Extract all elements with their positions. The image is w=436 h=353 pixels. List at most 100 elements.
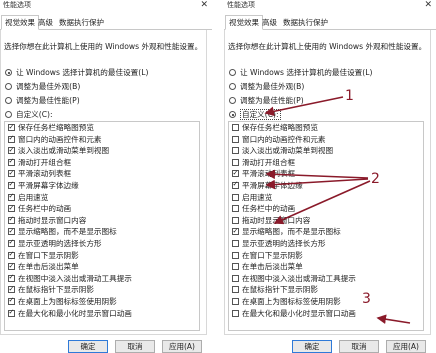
effect-item[interactable]: 显示亚透明的选择长方形: [229, 238, 423, 250]
tab-advanced[interactable]: 高级: [259, 16, 280, 30]
effect-item[interactable]: 平滑滚动列表框: [5, 168, 199, 180]
checkbox-icon[interactable]: [8, 226, 15, 237]
effect-item[interactable]: 在单击后淡出菜单: [5, 261, 199, 273]
effect-item[interactable]: 任务栏中的动画: [229, 203, 423, 215]
dialog-footer: 确定 取消 应用(A): [224, 338, 436, 353]
checkbox-icon[interactable]: [8, 179, 15, 191]
radio-label: 调整为最佳外观(B): [16, 82, 81, 91]
tab-dep[interactable]: 数据执行保护: [56, 16, 107, 30]
effect-item[interactable]: 平滑屏幕字体边缘: [229, 179, 423, 192]
radio-best-performance[interactable]: 调整为最佳性能(P): [229, 95, 304, 107]
checkbox-icon[interactable]: [232, 226, 239, 237]
radio-best-performance[interactable]: 调整为最佳性能(P): [5, 95, 80, 107]
effect-item-label: 窗口内的动画控件和元素: [18, 134, 102, 144]
effect-item[interactable]: 在视图中淡入淡出或滑动工具提示: [229, 273, 423, 285]
radio-best-appearance[interactable]: 调整为最佳外观(B): [229, 81, 304, 93]
checkbox-icon[interactable]: [8, 307, 15, 319]
checkbox-icon[interactable]: [232, 251, 239, 259]
checkbox-icon[interactable]: [232, 216, 239, 224]
effect-item-label: 在最大化和最小化时显示窗口动画: [18, 308, 132, 318]
tab-visual-effects[interactable]: 视觉效果: [1, 15, 39, 30]
radio-best-appearance[interactable]: 调整为最佳外观(B): [5, 81, 80, 93]
tab-dep[interactable]: 数据执行保护: [280, 16, 331, 30]
checkbox-icon[interactable]: [232, 135, 239, 143]
checkbox-icon[interactable]: [232, 239, 239, 247]
effect-item[interactable]: 在鼠标指针下显示阴影: [229, 284, 423, 296]
effects-list[interactable]: 保存任务栏缩略图预览窗口内的动画控件和元素淡入淡出或滑动菜单到视图滑动打开组合框…: [4, 121, 200, 331]
close-icon[interactable]: ✕: [424, 0, 432, 11]
effect-item[interactable]: 滑动打开组合框: [5, 156, 199, 169]
effect-item[interactable]: 在单击后淡出菜单: [229, 261, 423, 273]
tab-visual-effects[interactable]: 视觉效果: [225, 15, 263, 30]
apply-button[interactable]: 应用(A): [386, 340, 426, 353]
effect-item[interactable]: 在窗口下显示阴影: [5, 249, 199, 262]
checkbox-icon[interactable]: [8, 191, 15, 203]
checkbox-icon[interactable]: [232, 179, 239, 191]
tab-advanced[interactable]: 高级: [35, 16, 56, 30]
radio-custom[interactable]: 自定义(C):: [5, 109, 53, 121]
effect-item[interactable]: 显示缩略图，而不是显示图标: [5, 226, 199, 238]
checkbox-icon[interactable]: [232, 124, 239, 131]
cancel-button[interactable]: 取消: [115, 340, 155, 353]
checkbox-icon[interactable]: [8, 168, 15, 179]
effect-item[interactable]: 在最大化和最小化时显示窗口动画: [229, 308, 423, 320]
effect-item[interactable]: 保存任务栏缩略图预览: [5, 122, 199, 134]
checkbox-icon[interactable]: [8, 261, 15, 272]
effect-item[interactable]: 在最大化和最小化时显示窗口动画: [5, 307, 199, 320]
effect-item[interactable]: 滑动打开组合框: [229, 157, 423, 169]
effect-item[interactable]: 平滑滚动列表框: [229, 168, 423, 180]
checkbox-icon[interactable]: [8, 214, 15, 226]
effect-item[interactable]: 平滑屏幕字体边缘: [5, 179, 199, 192]
checkbox-icon[interactable]: [8, 133, 15, 145]
effect-item[interactable]: 拖动时显示窗口内容: [5, 214, 199, 227]
effect-item[interactable]: 启用速览: [229, 192, 423, 204]
checkbox-icon[interactable]: [8, 237, 15, 249]
effects-list[interactable]: 保存任务栏缩略图预览窗口内的动画控件和元素淡入淡出或滑动菜单到视图滑动打开组合框…: [228, 121, 424, 331]
ok-button[interactable]: 确定: [292, 340, 332, 353]
effect-item[interactable]: 窗口内的动画控件和元素: [5, 133, 199, 146]
apply-button[interactable]: 应用(A): [162, 340, 202, 353]
effect-item[interactable]: 在窗口下显示阴影: [229, 250, 423, 262]
checkbox-icon[interactable]: [232, 263, 239, 271]
cancel-button[interactable]: 取消: [339, 340, 379, 353]
effect-item[interactable]: 窗口内的动画控件和元素: [229, 134, 423, 146]
checkbox-icon[interactable]: [232, 297, 239, 305]
checkbox-icon[interactable]: [8, 156, 15, 168]
ok-button[interactable]: 确定: [68, 340, 108, 353]
checkbox-icon[interactable]: [232, 168, 239, 179]
checkbox-icon[interactable]: [232, 274, 239, 282]
effect-item-label: 在桌面上为图标标签使用阴影: [18, 296, 117, 306]
radio-custom[interactable]: 自定义(C):: [229, 109, 281, 121]
radio-let-windows-choose[interactable]: 让 Windows 选择计算机的最佳设置(L): [5, 67, 148, 79]
description-text: 选择你想在此计算机上使用的 Windows 外观和性能设置。: [4, 42, 203, 51]
effect-item[interactable]: 保存任务栏缩略图预览: [229, 122, 423, 134]
effect-item[interactable]: 启用速览: [5, 191, 199, 204]
effect-item[interactable]: 任务栏中的动画: [5, 203, 199, 215]
checkbox-icon[interactable]: [8, 272, 15, 284]
checkbox-icon[interactable]: [232, 309, 239, 317]
effect-item[interactable]: 在鼠标指针下显示阴影: [5, 284, 199, 296]
effect-item[interactable]: 在桌面上为图标标签使用阴影: [229, 296, 423, 308]
close-icon[interactable]: ✕: [200, 0, 208, 11]
effect-item[interactable]: 显示缩略图，而不是显示图标: [229, 226, 423, 238]
tab-strip: 视觉效果 高级 数据执行保护: [0, 14, 212, 30]
checkbox-icon[interactable]: [8, 122, 15, 133]
effect-item[interactable]: 显示亚透明的选择长方形: [5, 237, 199, 250]
checkbox-icon[interactable]: [232, 286, 239, 294]
effect-item[interactable]: 在桌面上为图标标签使用阴影: [5, 295, 199, 308]
effect-item[interactable]: 拖动时显示窗口内容: [229, 215, 423, 227]
checkbox-icon[interactable]: [232, 147, 239, 155]
radio-let-windows-choose[interactable]: 让 Windows 选择计算机的最佳设置(L): [229, 67, 372, 79]
checkbox-icon[interactable]: [8, 249, 15, 261]
radio-icon: [5, 97, 12, 104]
checkbox-icon[interactable]: [8, 203, 15, 214]
checkbox-icon[interactable]: [8, 284, 15, 295]
checkbox-icon[interactable]: [232, 205, 239, 213]
checkbox-icon[interactable]: [232, 158, 239, 166]
checkbox-icon[interactable]: [232, 193, 239, 201]
effect-item[interactable]: 淡入淡出或滑动菜单到视图: [229, 145, 423, 157]
effect-item[interactable]: 在视图中淡入淡出或滑动工具提示: [5, 272, 199, 285]
checkbox-icon[interactable]: [8, 145, 15, 156]
effect-item[interactable]: 淡入淡出或滑动菜单到视图: [5, 145, 199, 157]
checkbox-icon[interactable]: [8, 295, 15, 307]
